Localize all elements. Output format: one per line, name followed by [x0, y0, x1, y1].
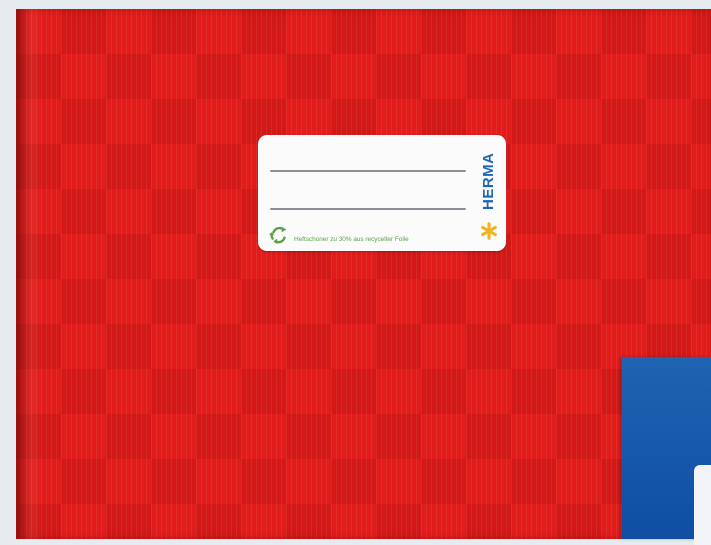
- name-label: Heftschoner zu 30% aus recycelter Folie …: [258, 135, 506, 251]
- recycle-icon: [268, 226, 287, 245]
- cover-spine: [16, 9, 42, 539]
- asterisk-logo-icon: [481, 222, 497, 240]
- label-footnote: Heftschoner zu 30% aus recycelter Folie: [294, 236, 409, 243]
- blue-cover-label: [694, 465, 711, 545]
- label-writing-line-2: [270, 208, 466, 210]
- blue-cover-underneath: [622, 357, 711, 545]
- red-notebook-cover: [16, 9, 711, 539]
- label-writing-line-1: [270, 170, 466, 172]
- herma-brand-text: HERMA: [480, 152, 497, 210]
